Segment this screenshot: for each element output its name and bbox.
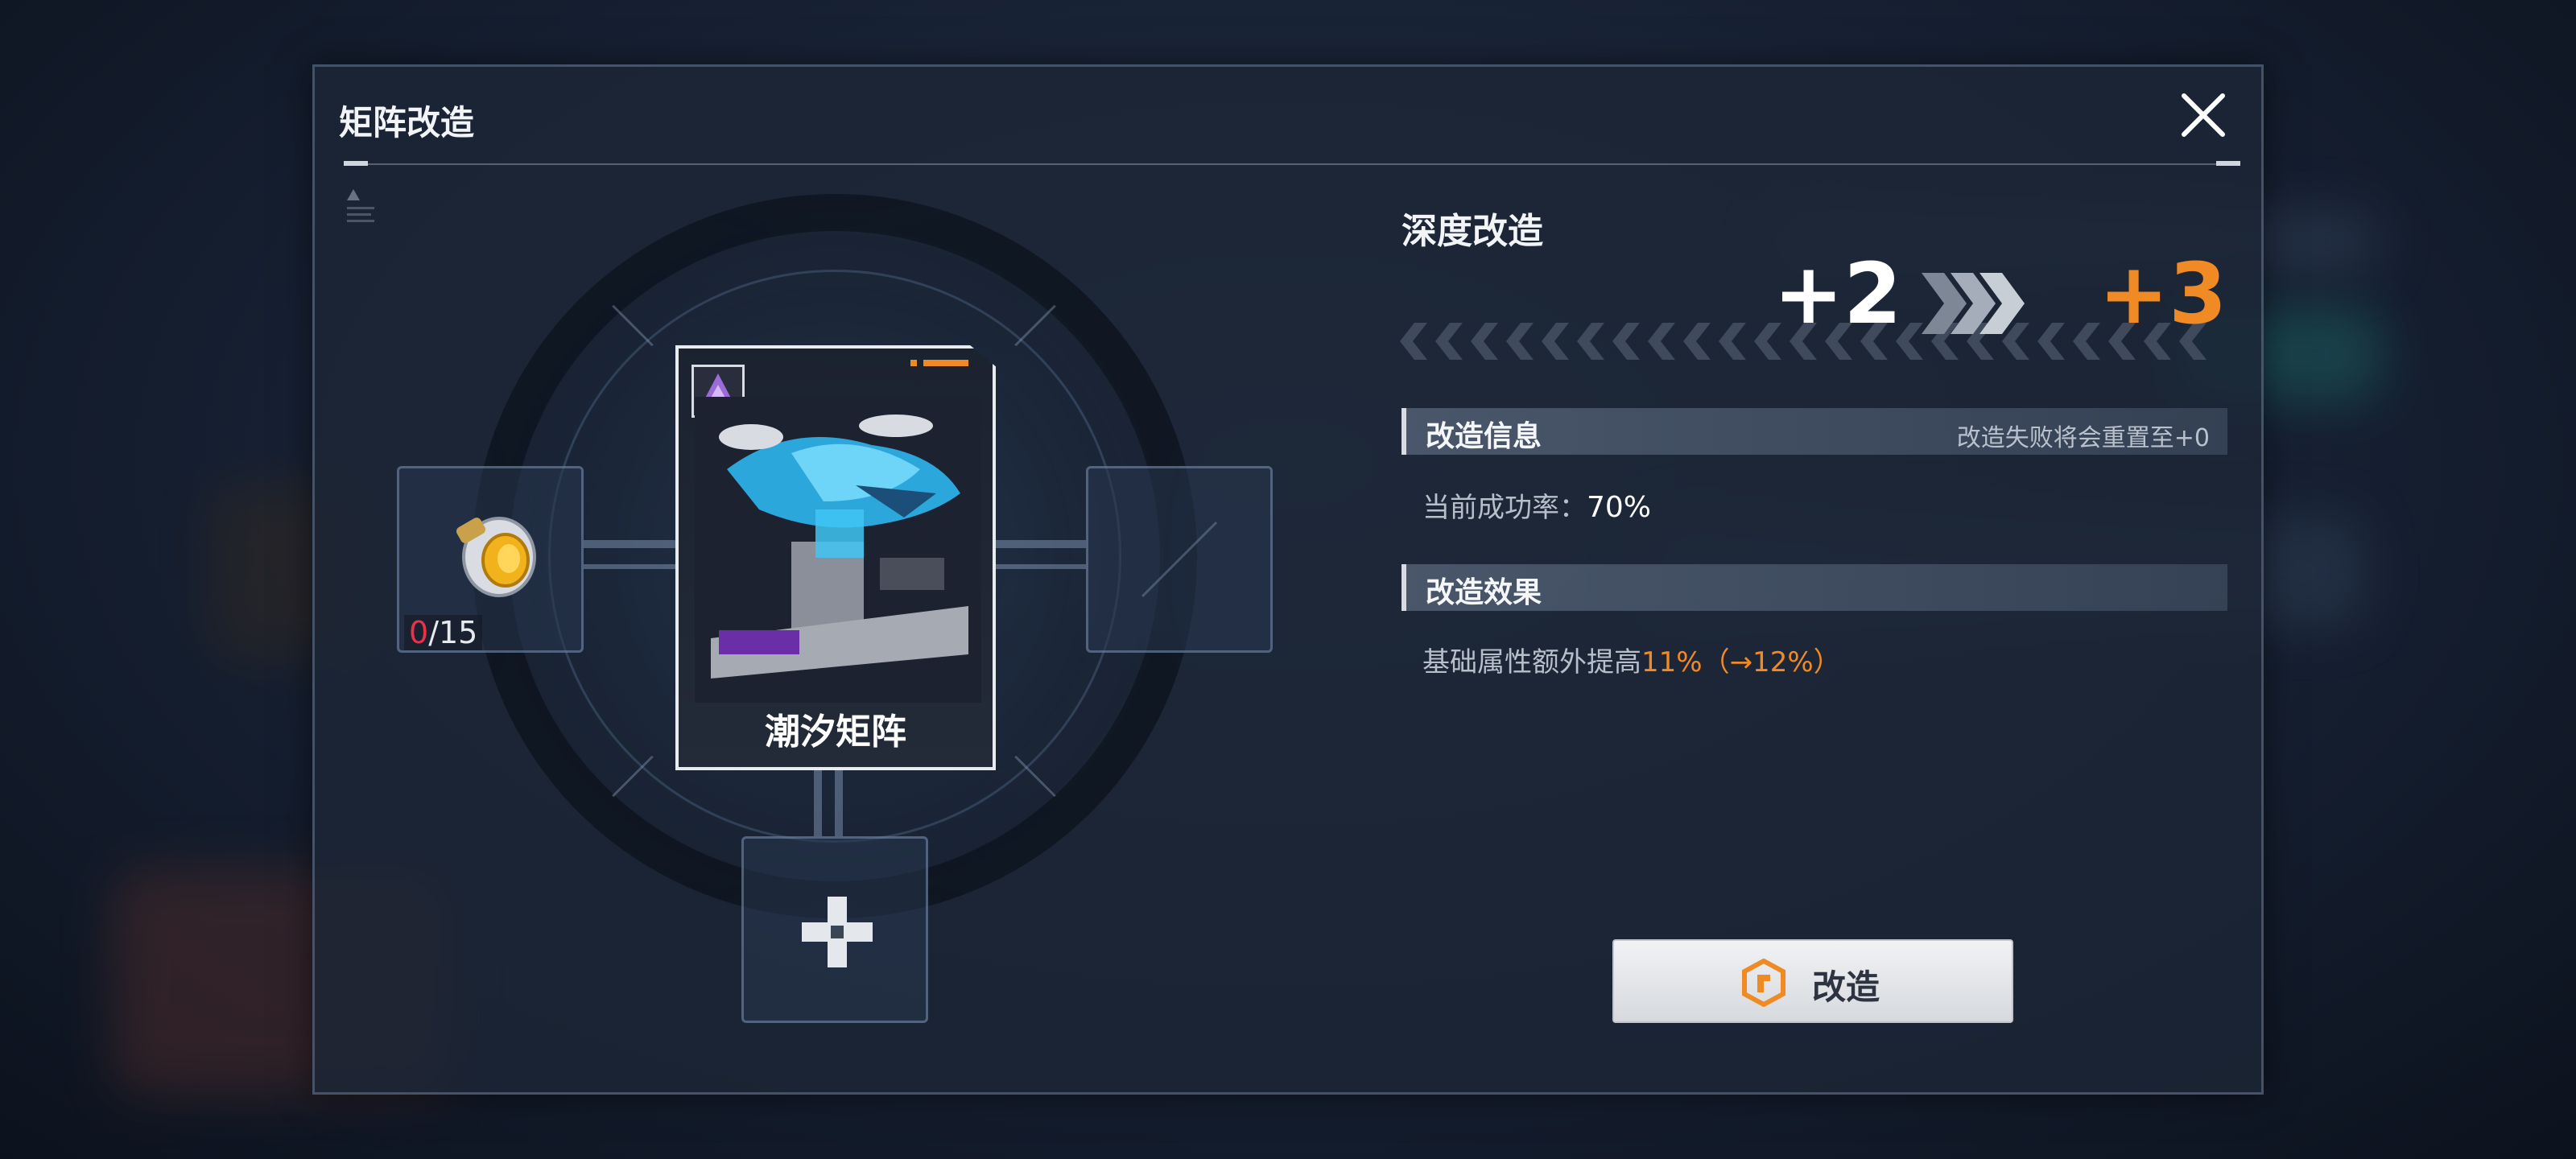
connector [584,540,675,548]
connector [996,540,1086,548]
card-decor [923,360,968,366]
failure-note: 改造失败将会重置至+0 [1956,424,2210,452]
connector [814,770,822,836]
level-to: +3 [2099,245,2227,343]
effect-text: 基础属性额外提高11%（→12%） [1422,646,1841,678]
dialog-title: 矩阵改造 [339,103,475,142]
warning-icon [345,188,378,236]
modify-button[interactable]: 改造 [1612,939,2013,1023]
card-name: 潮汐矩阵 [765,711,906,753]
title-divider [344,161,2240,166]
success-rate: 当前成功率：70% [1422,491,1652,524]
plus-icon [802,897,873,967]
add-slot[interactable] [741,836,928,1023]
info-header: 改造信息 改造失败将会重置至+0 [1402,408,2227,455]
mechanical-shark-fortress-art [695,397,981,703]
connector [584,564,675,569]
matrix-card[interactable]: 潮汐矩阵 [675,345,996,770]
card-decor [910,360,917,366]
effect-label: 改造效果 [1426,576,1542,609]
gold-coin-capsule-icon [456,517,536,597]
matrix-modify-dialog: 矩阵改造 0/15 潮汐矩阵 深度改造 +2 +3 改造信息 改造失败将会重置至… [312,64,2264,1095]
empty-slot[interactable] [1086,466,1273,653]
info-label: 改造信息 [1426,420,1542,453]
connector [996,564,1086,569]
material-count: 0/15 [404,615,483,650]
section-title: 深度改造 [1402,211,1543,252]
close-icon[interactable] [2178,89,2229,141]
triple-chevron-right-icon [1922,273,2025,334]
level-from: +2 [1773,245,1902,343]
effect-header: 改造效果 [1402,564,2227,611]
material-slot[interactable]: 0/15 [397,466,584,653]
wrench-hexagon-icon [1742,959,1785,1007]
connector [835,770,843,836]
modify-button-label: 改造 [1812,967,1880,1007]
